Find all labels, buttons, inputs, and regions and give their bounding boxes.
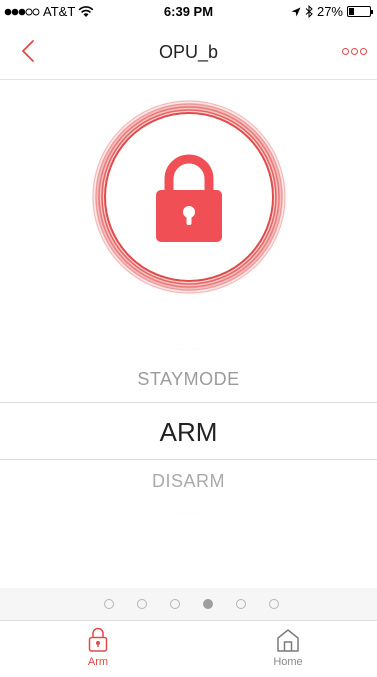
home-icon [277, 629, 299, 652]
bluetooth-icon [305, 5, 313, 18]
page-dot[interactable] [137, 599, 147, 609]
page-dot[interactable] [269, 599, 279, 609]
mode-option-disarm[interactable]: DISARM [0, 471, 377, 492]
more-dot-icon [351, 48, 358, 55]
mode-option-staymode[interactable]: STAYMODE [0, 369, 377, 390]
battery-percent: 27% [316, 4, 343, 19]
page-dot[interactable] [104, 599, 114, 609]
lock-icon [88, 627, 108, 652]
more-dot-icon [360, 48, 367, 55]
more-options-button[interactable] [342, 48, 367, 55]
nav-bar: OPU_b [0, 22, 377, 80]
tab-bar: Arm Home [0, 620, 377, 677]
picker-divider [0, 402, 377, 403]
picker-faded-item: ·········· [171, 346, 206, 353]
page-indicator [0, 588, 377, 620]
tab-arm[interactable]: Arm [58, 627, 138, 668]
battery-level [349, 8, 354, 15]
page-dot[interactable] [203, 599, 213, 609]
location-arrow-icon [291, 7, 301, 16]
page-dot[interactable] [170, 599, 180, 609]
battery-icon [347, 6, 373, 17]
more-dot-icon [342, 48, 349, 55]
tab-arm-label: Arm [87, 656, 109, 668]
status-bar: AT&T 6:39 PM 27% [0, 0, 377, 22]
page-dot[interactable] [236, 599, 246, 609]
mode-option-arm[interactable]: ARM [0, 417, 377, 448]
tab-home[interactable]: Home [248, 627, 328, 668]
lock-rings [90, 98, 288, 296]
picker-faded-item: ·········· [171, 509, 206, 516]
status-right: 27% [291, 4, 373, 19]
picker-divider [0, 459, 377, 460]
tab-home-label: Home [273, 656, 303, 668]
page-title: OPU_b [158, 42, 219, 62]
arm-state-button[interactable] [89, 97, 289, 297]
